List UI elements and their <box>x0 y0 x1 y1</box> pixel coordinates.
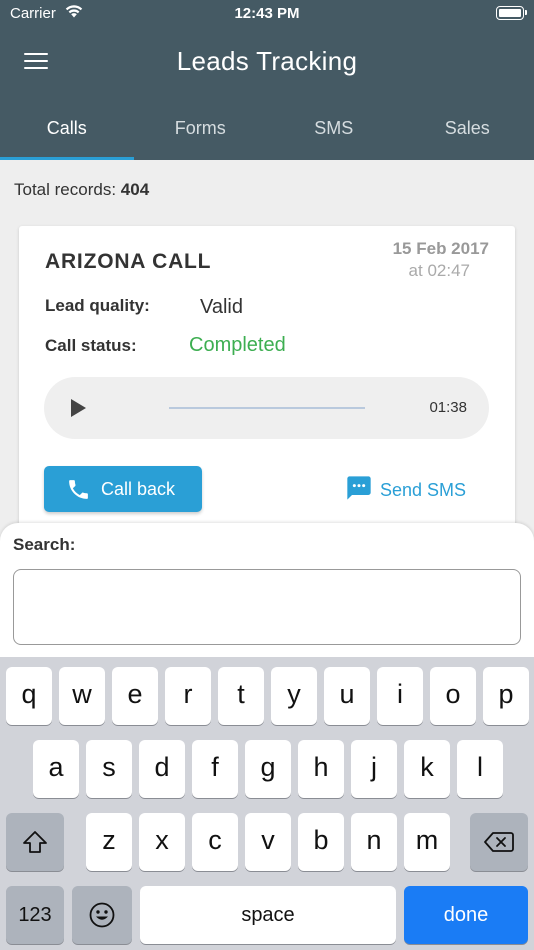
key-j[interactable]: j <box>351 740 397 798</box>
done-key[interactable]: done <box>404 886 528 944</box>
app-header: Carrier 12:43 PM Leads Tracking Calls Fo… <box>0 0 534 160</box>
key-h[interactable]: h <box>298 740 344 798</box>
key-w[interactable]: w <box>59 667 105 725</box>
tab-bar: Calls Forms SMS Sales <box>0 100 534 160</box>
key-p[interactable]: p <box>483 667 529 725</box>
key-l[interactable]: l <box>457 740 503 798</box>
audio-player: 01:38 <box>44 377 489 439</box>
backspace-key[interactable] <box>470 813 528 871</box>
key-g[interactable]: g <box>245 740 291 798</box>
search-sheet: Search: <box>0 523 534 663</box>
play-icon[interactable] <box>71 399 86 417</box>
space-key[interactable]: space <box>140 886 396 944</box>
shift-icon <box>23 831 47 853</box>
search-label: Search: <box>13 535 76 554</box>
lead-quality-label: Lead quality: <box>45 296 150 315</box>
key-s[interactable]: s <box>86 740 132 798</box>
call-back-button[interactable]: Call back <box>44 466 202 512</box>
total-records: Total records: 404 <box>14 180 149 200</box>
key-i[interactable]: i <box>377 667 423 725</box>
numbers-key[interactable]: 123 <box>6 886 64 944</box>
tab-forms[interactable]: Forms <box>134 100 268 160</box>
key-c[interactable]: c <box>192 813 238 871</box>
key-e[interactable]: e <box>112 667 158 725</box>
key-y[interactable]: y <box>271 667 317 725</box>
lead-quality-value: Valid <box>200 296 243 318</box>
key-u[interactable]: u <box>324 667 370 725</box>
sms-icon <box>347 476 371 500</box>
page-title: Leads Tracking <box>176 46 358 76</box>
key-k[interactable]: k <box>404 740 450 798</box>
key-t[interactable]: t <box>218 667 264 725</box>
tab-sales[interactable]: Sales <box>401 100 534 160</box>
status-bar: Carrier 12:43 PM <box>0 0 534 28</box>
call-time: at 02:47 <box>408 261 470 280</box>
key-n[interactable]: n <box>351 813 397 871</box>
tab-sms[interactable]: SMS <box>267 100 401 160</box>
key-x[interactable]: x <box>139 813 185 871</box>
key-f[interactable]: f <box>192 740 238 798</box>
call-card: ARIZONA CALL 15 Feb 2017 at 02:47 Lead q… <box>19 226 515 556</box>
send-sms-button[interactable]: Send SMS <box>345 474 475 504</box>
call-status-value: Completed <box>189 334 286 356</box>
key-r[interactable]: r <box>165 667 211 725</box>
backspace-icon <box>484 832 514 852</box>
audio-duration: 01:38 <box>429 399 467 416</box>
clock: 12:43 PM <box>234 5 300 22</box>
battery-icon <box>496 6 527 20</box>
call-title: ARIZONA CALL <box>45 250 212 273</box>
key-m[interactable]: m <box>404 813 450 871</box>
key-b[interactable]: b <box>298 813 344 871</box>
key-v[interactable]: v <box>245 813 291 871</box>
call-back-label: Call back <box>101 479 176 499</box>
send-sms-label: Send SMS <box>380 480 467 500</box>
call-date: 15 Feb 2017 <box>392 239 489 258</box>
key-q[interactable]: q <box>6 667 52 725</box>
phone-icon <box>69 480 88 499</box>
on-screen-keyboard: q w e r t y u i o p a s d f g h j k l z … <box>0 657 534 950</box>
key-a[interactable]: a <box>33 740 79 798</box>
emoji-icon <box>89 902 115 928</box>
tab-calls[interactable]: Calls <box>0 100 134 160</box>
shift-key[interactable] <box>6 813 64 871</box>
key-z[interactable]: z <box>86 813 132 871</box>
audio-progress-track[interactable] <box>169 407 365 409</box>
key-o[interactable]: o <box>430 667 476 725</box>
total-records-count: 404 <box>120 180 150 199</box>
key-d[interactable]: d <box>139 740 185 798</box>
emoji-key[interactable] <box>72 886 132 944</box>
total-records-label: Total records: <box>14 180 117 199</box>
search-input[interactable] <box>13 569 521 645</box>
call-status-label: Call status: <box>45 336 137 355</box>
